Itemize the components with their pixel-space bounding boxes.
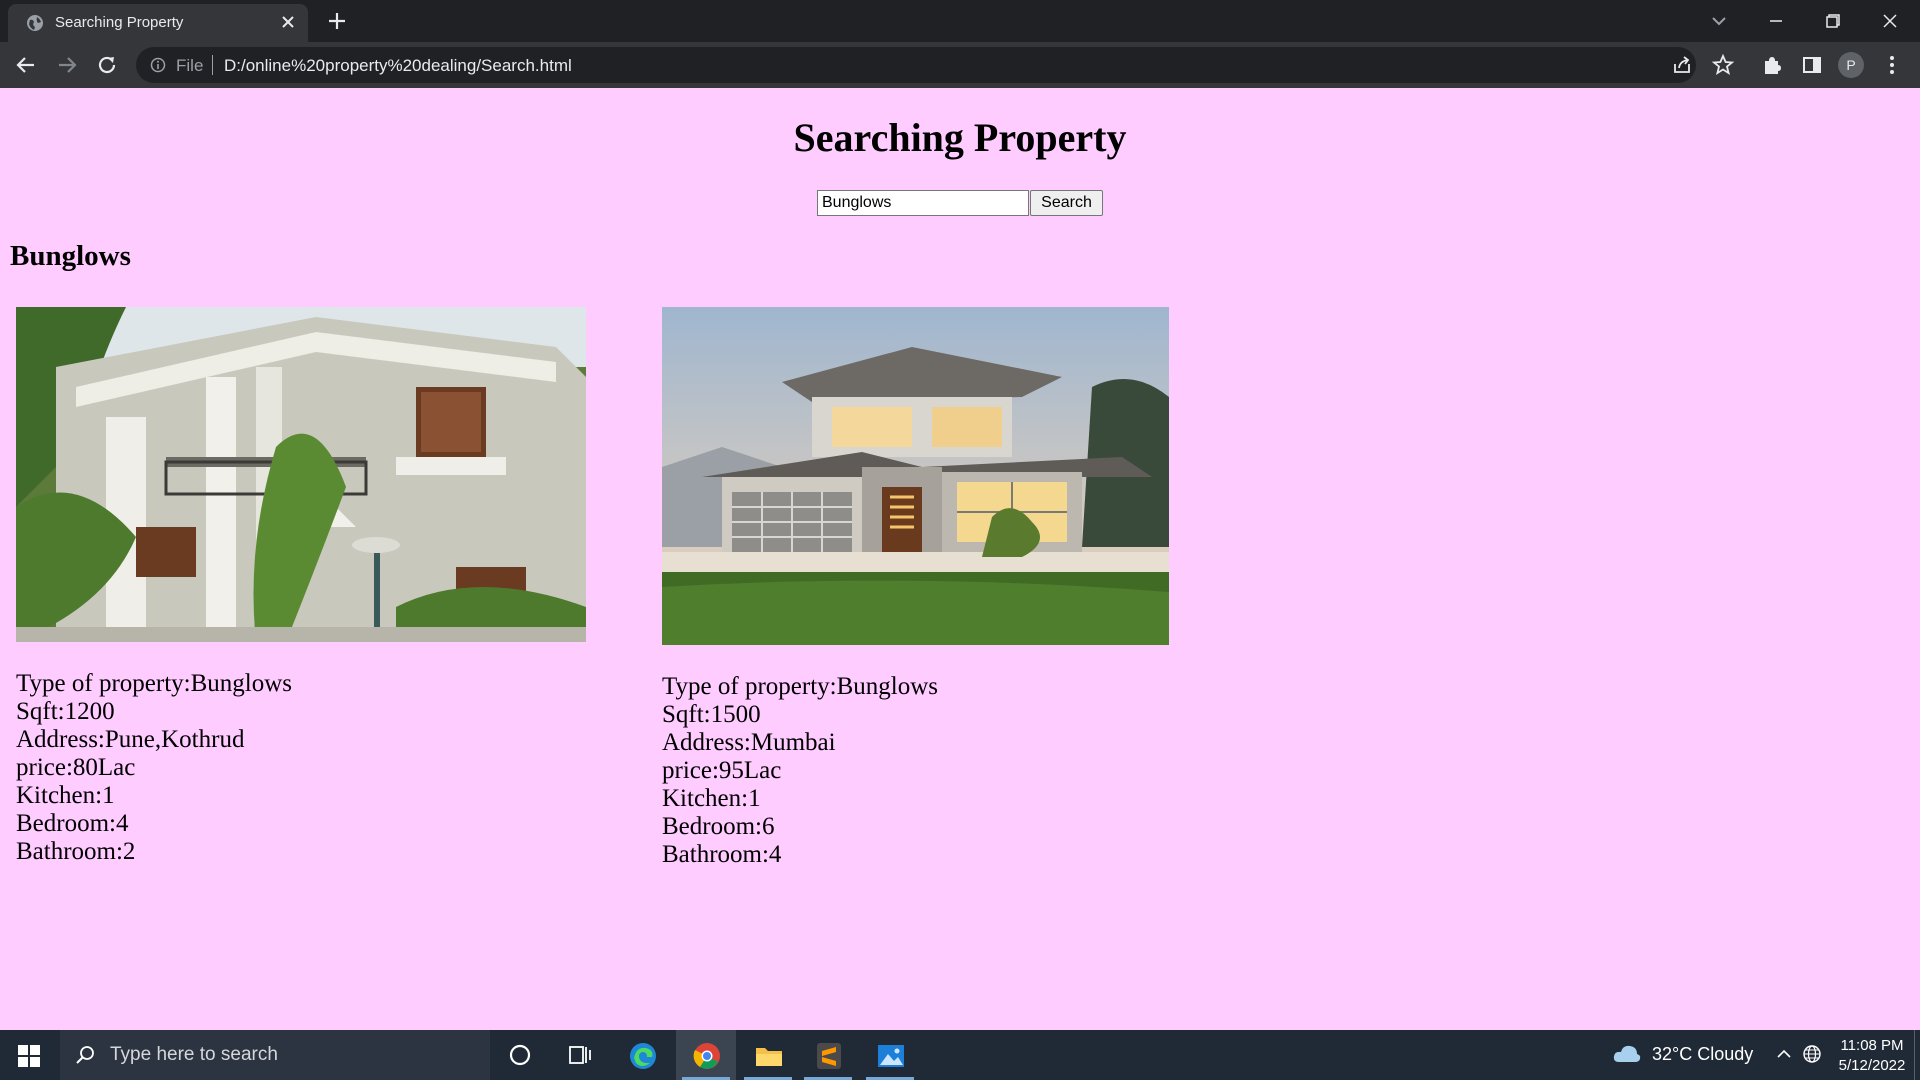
- property-card: Type of property:Bunglows Sqft:1200 Addr…: [16, 307, 586, 866]
- forward-arrow-icon[interactable]: [55, 53, 79, 77]
- sublime-text-icon: [817, 1043, 841, 1069]
- kebab-menu-icon[interactable]: [1880, 53, 1904, 77]
- property-address: Address:Pune,Kothrud: [16, 726, 245, 753]
- property-address: Address:Mumbai: [662, 729, 836, 756]
- taskbar-file-explorer[interactable]: [738, 1030, 798, 1080]
- property-price: price:95Lac: [662, 757, 782, 784]
- photos-app-icon: [878, 1045, 904, 1067]
- property-kitchen: Kitchen:1: [662, 785, 761, 812]
- address-bar[interactable]: File D:/online%20property%20dealing/Sear…: [136, 47, 1696, 83]
- taskbar-clock[interactable]: 11:08 PM 5/12/2022: [1836, 1036, 1908, 1076]
- property-kitchen: Kitchen:1: [16, 782, 115, 809]
- property-details: Type of property:Bunglows Sqft:1200 Addr…: [16, 670, 586, 866]
- property-type: Type of property:Bunglows: [662, 673, 938, 700]
- bungalow-photo: [16, 307, 586, 642]
- info-icon[interactable]: [150, 57, 166, 73]
- property-card: Type of property:Bunglows Sqft:1500 Addr…: [662, 307, 1169, 869]
- share-icon[interactable]: [1670, 53, 1694, 77]
- close-window-icon[interactable]: [1877, 8, 1903, 34]
- folder-icon: [756, 1048, 782, 1066]
- close-tab-icon[interactable]: [280, 14, 296, 30]
- property-details: Type of property:Bunglows Sqft:1500 Addr…: [662, 673, 1169, 869]
- minimize-icon[interactable]: [1763, 8, 1789, 34]
- taskbar-search-box[interactable]: Type here to search: [60, 1030, 490, 1080]
- reload-icon[interactable]: [95, 53, 119, 77]
- network-globe-icon[interactable]: [1802, 1044, 1822, 1064]
- extensions-puzzle-icon[interactable]: [1760, 53, 1784, 77]
- browser-toolbar: File D:/online%20property%20dealing/Sear…: [0, 42, 1920, 88]
- bookmark-star-icon[interactable]: [1711, 53, 1735, 77]
- taskbar-photos[interactable]: [860, 1030, 920, 1080]
- property-sqft: Sqft:1500: [662, 701, 761, 728]
- new-tab-plus-icon[interactable]: [326, 10, 348, 32]
- property-price: price:80Lac: [16, 754, 136, 781]
- show-desktop-divider[interactable]: [1914, 1030, 1915, 1080]
- windows-taskbar: Type here to search 32°C Cloudy 11:08 PM…: [0, 1030, 1920, 1080]
- url-text[interactable]: D:/online%20property%20dealing/Search.ht…: [224, 56, 572, 76]
- profile-avatar[interactable]: P: [1838, 52, 1864, 78]
- cortana-button[interactable]: [490, 1030, 550, 1080]
- weather-text[interactable]: 32°C Cloudy: [1652, 1044, 1753, 1065]
- tab-title: Searching Property: [55, 14, 184, 31]
- taskbar-edge[interactable]: [612, 1030, 672, 1080]
- task-view-button[interactable]: [550, 1030, 610, 1080]
- bungalow-photo: [662, 307, 1169, 645]
- property-sqft: Sqft:1200: [16, 698, 115, 725]
- globe-icon: [27, 15, 43, 31]
- cortana-circle-icon: [509, 1044, 531, 1066]
- edge-browser-icon: [630, 1043, 656, 1069]
- search-button[interactable]: Search: [1030, 190, 1103, 216]
- clock-time: 11:08 PM: [1840, 1037, 1904, 1054]
- browser-tab[interactable]: Searching Property: [8, 4, 308, 42]
- search-icon: [76, 1046, 94, 1064]
- property-bedroom: Bedroom:6: [662, 813, 775, 840]
- url-scheme-label: File: [176, 56, 204, 75]
- property-bedroom: Bedroom:4: [16, 810, 129, 837]
- taskbar-search-placeholder: Type here to search: [110, 1044, 278, 1065]
- windows-start-icon[interactable]: [18, 1045, 40, 1067]
- omnibox-divider: [212, 55, 213, 75]
- tray-chevron-up-icon[interactable]: [1776, 1046, 1792, 1062]
- clock-date: 5/12/2022: [1838, 1057, 1906, 1074]
- property-bathroom: Bathroom:4: [662, 841, 782, 868]
- side-panel-icon[interactable]: [1800, 53, 1824, 77]
- page-title: Searching Property: [793, 115, 1127, 160]
- property-bathroom: Bathroom:2: [16, 838, 136, 865]
- cloudy-weather-icon[interactable]: [1612, 1042, 1642, 1066]
- task-view-icon: [569, 1046, 591, 1064]
- taskbar-sublime-text[interactable]: [798, 1030, 858, 1080]
- search-input[interactable]: [817, 190, 1029, 216]
- web-page: Searching Property Search Bunglows: [0, 88, 1920, 1030]
- tab-search-chevron-icon[interactable]: [1706, 8, 1732, 34]
- restore-icon[interactable]: [1820, 8, 1846, 34]
- browser-tab-strip: Searching Property: [0, 0, 1920, 42]
- back-arrow-icon[interactable]: [14, 53, 38, 77]
- property-type: Type of property:Bunglows: [16, 670, 292, 697]
- results-heading: Bunglows: [10, 240, 131, 272]
- chrome-browser-icon: [693, 1043, 720, 1069]
- taskbar-chrome[interactable]: [676, 1030, 736, 1080]
